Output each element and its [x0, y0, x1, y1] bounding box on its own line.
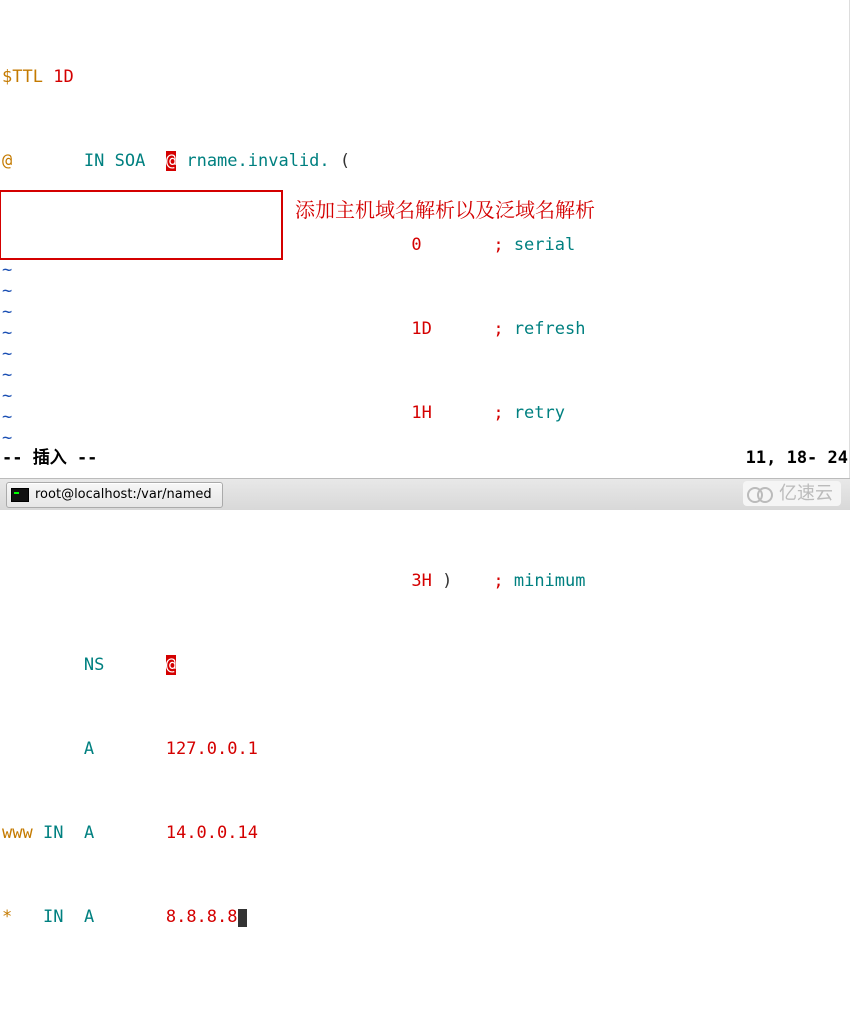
soa-rname: rname.invalid. — [186, 151, 329, 171]
rec-www-name: www — [2, 823, 33, 843]
origin-at: @ — [2, 151, 12, 171]
class-in: IN — [84, 151, 104, 171]
rec-wild-name: * — [2, 907, 12, 927]
zone-line-minimum: 3H ) ; minimum — [2, 571, 847, 592]
tilde: ~ — [2, 260, 12, 281]
soa-at-highlight: @ — [166, 151, 176, 171]
zone-line-www: www IN A 14.0.0.14 — [2, 823, 847, 844]
taskbar-terminal-item[interactable]: root@localhost:/var/named — [6, 482, 223, 508]
editor-viewport[interactable]: $TTL 1D @ IN SOA @ rname.invalid. ( 0 ; … — [0, 0, 849, 1020]
zone-line-retry: 1H ; retry — [2, 403, 847, 424]
watermark-text: 亿速云 — [779, 483, 833, 504]
text-cursor — [238, 909, 247, 927]
rec-www-type: A — [84, 823, 94, 843]
close-paren: ) — [442, 571, 452, 591]
zone-line-refresh: 1D ; refresh — [2, 319, 847, 340]
zone-line-ns: NS @ — [2, 655, 847, 676]
minimum-comment: minimum — [514, 571, 586, 591]
rec-www-addr: 14.0.0.14 — [166, 823, 258, 843]
annotation-label: 添加主机域名解析以及泛域名解析 — [295, 198, 595, 219]
tilde: ~ — [2, 302, 12, 323]
serial-comment: serial — [514, 235, 575, 255]
zone-line-serial: 0 ; serial — [2, 235, 847, 256]
tilde: ~ — [2, 281, 12, 302]
retry-comment: retry — [514, 403, 565, 423]
tilde: ~ — [2, 365, 12, 386]
refresh-comment: refresh — [514, 319, 586, 339]
taskbar[interactable]: root@localhost:/var/named — [0, 478, 850, 510]
tilde: ~ — [2, 344, 12, 365]
rec-wild-class: IN — [43, 907, 63, 927]
taskbar-title: root@localhost:/var/named — [35, 484, 212, 505]
refresh-value: 1D — [411, 319, 431, 339]
vim-mode: -- 插入 -- — [2, 448, 97, 472]
type-soa: SOA — [115, 151, 146, 171]
tilde: ~ — [2, 407, 12, 428]
watermark-logo-icon — [747, 486, 775, 502]
vim-status-bar: -- 插入 -- 11, 18- 24 — [0, 448, 850, 472]
zone-line-ttl: $TTL 1D — [2, 67, 847, 88]
ttl-directive: $TTL — [2, 67, 43, 87]
zone-line-a-root: A 127.0.0.1 — [2, 739, 847, 760]
rec-www-class: IN — [43, 823, 63, 843]
vim-cursor-pos: 11, 18- 24 — [746, 448, 848, 472]
tilde: ~ — [2, 386, 12, 407]
retry-value: 1H — [411, 403, 431, 423]
vim-empty-lines: ~ ~ ~ ~ ~ ~ ~ ~ ~ — [0, 258, 14, 449]
ns-at-highlight: @ — [166, 655, 176, 675]
serial-value: 0 — [411, 235, 421, 255]
ttl-value: 1D — [53, 67, 73, 87]
rec-wild-addr: 8.8.8.8 — [166, 907, 238, 927]
minimum-value: 3H — [411, 571, 431, 591]
type-ns: NS — [84, 655, 104, 675]
terminal-icon — [11, 488, 29, 502]
rec-wild-type: A — [84, 907, 94, 927]
watermark: 亿速云 — [743, 481, 841, 506]
type-a-root: A — [84, 739, 94, 759]
a-root-addr: 127.0.0.1 — [166, 739, 258, 759]
tilde: ~ — [2, 323, 12, 344]
zone-line-wildcard: * IN A 8.8.8.8 — [2, 907, 847, 928]
tilde: ~ — [2, 428, 12, 449]
open-paren: ( — [340, 151, 350, 171]
zone-line-soa: @ IN SOA @ rname.invalid. ( — [2, 151, 847, 172]
